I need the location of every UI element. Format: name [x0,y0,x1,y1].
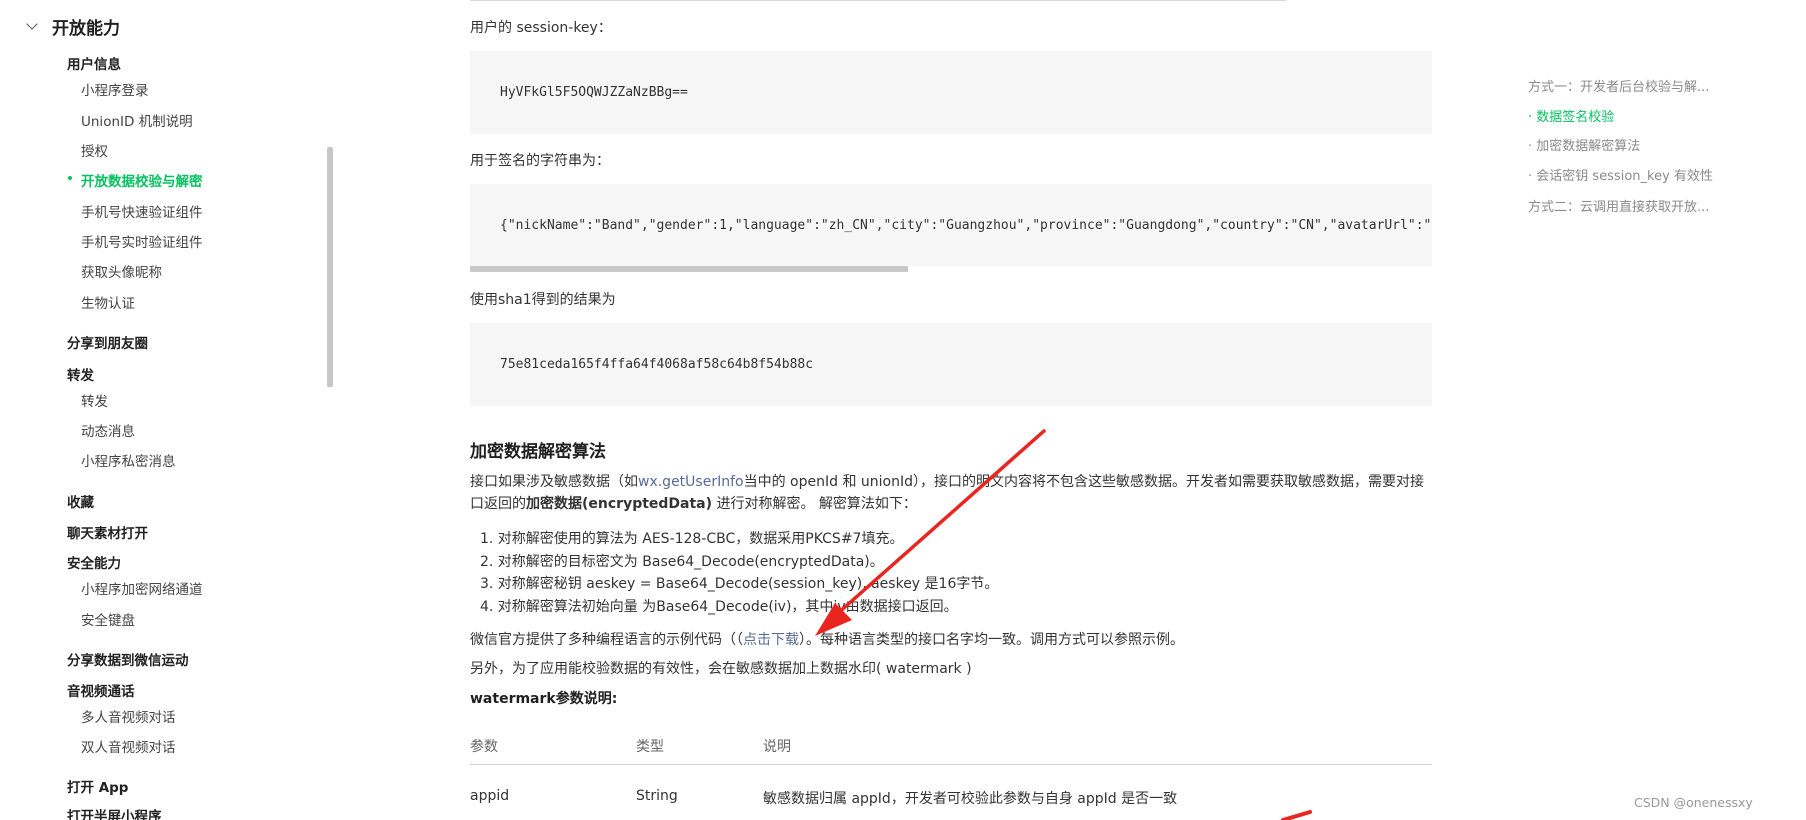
sidebar-item-authorize[interactable]: 授权 [81,140,108,160]
intro-pre: 接口如果涉及敏感数据（如 [470,474,638,490]
intro-paragraph: 接口如果涉及敏感数据（如wx.getUserInfo当中的 openId 和 u… [470,471,1432,515]
sidebar-item-secure-keyboard[interactable]: 安全键盘 [81,609,135,629]
toc-item-session-key[interactable]: · 会话密钥 session_key 有效性 [1528,165,1713,184]
sidebar-item-private-message[interactable]: 小程序私密消息 [81,450,176,470]
sidebar-item-phone-realtime[interactable]: 手机号实时验证组件 [81,231,203,251]
sidebar-section-chat-material[interactable]: 聊天素材打开 [67,522,148,542]
table-cell: appid [470,788,510,804]
sidebar-section-open-app[interactable]: 打开 App [67,776,128,796]
list-item: 4. 对称解密算法初始向量 为Base64_Decode(iv)，其中iv由数据… [480,598,958,615]
sidebar-section-favorites[interactable]: 收藏 [67,491,94,511]
list-item: 3. 对称解密秘钥 aeskey = Base64_Decode(session… [480,576,999,592]
doc-page: 开放能力 用户信息 小程序登录 UnionID 机制说明 授权 开放数据校验与解… [0,0,1806,820]
sidebar-item-dual-av[interactable]: 双人音视频对话 [81,736,176,756]
sidebar-item-open-data-verify[interactable]: 开放数据校验与解密 [81,170,203,190]
toc-item-signature[interactable]: · 数据签名校验 [1528,106,1614,125]
sidebar-section-share-moments[interactable]: 分享到朋友圈 [67,332,148,352]
sidebar-item-encrypted-channel[interactable]: 小程序加密网络通道 [81,578,203,598]
sample-post: ）。每种语言类型的接口名字均一致。调用方式可以参照示例。 [799,632,1184,648]
csdn-watermark: CSDN @onenessxy [1634,795,1753,810]
sidebar-item-biometric[interactable]: 生物认证 [81,292,135,312]
section-title: 加密数据解密算法 [470,442,606,462]
sidebar-item-dynamic-message[interactable]: 动态消息 [81,420,135,440]
table-cell: 敏感数据归属 appId，开发者可校验此参数与自身 appId 是否一致 [763,791,1178,807]
list-item: 1. 对称解密使用的算法为 AES-128-CBC，数据采用PKCS#7填充。 [480,531,904,547]
session-key-code: HyVFkGl5F5OQWJZZaNzBBg== [470,51,1432,134]
annotation-arrow-icon [1281,810,1312,820]
table-divider [470,764,1432,765]
top-divider [470,0,1286,1]
sidebar-item-multi-av[interactable]: 多人音视频对话 [81,706,176,726]
sample-code-line: 微信官方提供了多种编程语言的示例代码（（点击下载）。每种语言类型的接口名字均一致… [470,629,1184,649]
active-dot-icon [68,176,72,180]
sign-string-label: 用于签名的字符串为： [470,153,610,169]
sha1-label: 使用sha1得到的结果为 [470,292,616,308]
sidebar-group-open-capabilities[interactable]: 开放能力 [24,14,120,39]
getuserinfo-link[interactable]: wx.getUserInfo [638,474,744,490]
toc-item-decrypt[interactable]: · 加密数据解密算法 [1528,135,1640,154]
sidebar-section-user-info[interactable]: 用户信息 [67,53,121,73]
sidebar-section-half-screen[interactable]: 打开半屏小程序 [67,805,162,820]
session-key-label: 用户的 session-key： [470,20,612,36]
table-cell: String [636,788,678,804]
sidebar-nav: 开放能力 用户信息 小程序登录 UnionID 机制说明 授权 开放数据校验与解… [0,0,333,820]
sidebar-section-av-call[interactable]: 音视频通话 [67,680,135,700]
sidebar-scrollbar[interactable] [327,147,333,387]
chevron-down-icon [24,18,42,36]
sign-string-code: {"nickName":"Band","gender":1,"language"… [470,184,1432,266]
steps-list: 1. 对称解密使用的算法为 AES-128-CBC，数据采用PKCS#7填充。 … [480,528,998,618]
sidebar-item-login[interactable]: 小程序登录 [81,79,149,99]
sha1-code: 75e81ceda165f4ffa64f4068af58c64b8f54b88c [470,323,1432,406]
sidebar-section-forward[interactable]: 转发 [67,364,94,384]
intro-bold: 加密数据(encryptedData) [526,496,713,512]
watermark-title: watermark参数说明: [470,691,618,707]
sidebar-item-unionid[interactable]: UnionID 机制说明 [81,110,193,130]
table-header-type: 类型 [636,739,664,755]
intro-post: 进行对称解密。 解密算法如下： [712,496,917,512]
watermark-note: 另外，为了应用能校验数据的有效性，会在敏感数据加上数据水印( watermark… [470,661,972,677]
code-horizontal-scrollbar[interactable] [470,266,908,272]
sample-pre: 微信官方提供了多种编程语言的示例代码（（ [470,632,743,648]
sidebar-item-forward[interactable]: 转发 [81,390,108,410]
toc-item-method-one[interactable]: 方式一：开发者后台校验与解... [1528,76,1709,95]
sidebar-item-phone-quick[interactable]: 手机号快速验证组件 [81,201,203,221]
sidebar-group-label: 开放能力 [52,19,120,39]
toc-item-method-two[interactable]: 方式二：云调用直接获取开放... [1528,196,1709,215]
sidebar-section-werun[interactable]: 分享数据到微信运动 [67,649,189,669]
download-link[interactable]: 点击下载 [743,632,799,648]
sidebar-section-security[interactable]: 安全能力 [67,552,121,572]
table-header-param: 参数 [470,739,498,755]
list-item: 2. 对称解密的目标密文为 Base64_Decode(encryptedDat… [480,553,884,570]
sidebar-item-avatar-nickname[interactable]: 获取头像昵称 [81,261,162,281]
table-header-desc: 说明 [763,739,791,755]
